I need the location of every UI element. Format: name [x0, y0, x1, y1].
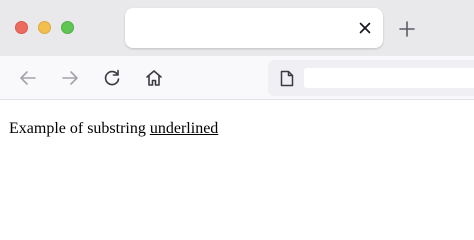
- page-paragraph: Example of substring underlined: [9, 120, 218, 138]
- plus-icon[interactable]: [396, 18, 418, 40]
- window-close-button[interactable]: [15, 21, 28, 34]
- navigation-toolbar: [0, 56, 474, 100]
- underlined-substring: underlined: [149, 120, 219, 137]
- document-icon: [278, 69, 296, 87]
- browser-titlebar: [0, 0, 474, 56]
- reload-icon[interactable]: [100, 66, 124, 90]
- url-bar[interactable]: [268, 60, 474, 96]
- window-maximize-button[interactable]: [61, 21, 74, 34]
- tab-active[interactable]: [125, 8, 383, 48]
- close-icon[interactable]: [355, 18, 375, 38]
- arrow-right-icon[interactable]: [58, 66, 82, 90]
- window-minimize-button[interactable]: [38, 21, 51, 34]
- arrow-left-icon[interactable]: [16, 66, 40, 90]
- tab-title: [137, 20, 347, 36]
- home-icon[interactable]: [142, 66, 166, 90]
- url-input[interactable]: [304, 68, 474, 88]
- page-content: Example of substring underlined: [0, 101, 474, 205]
- text-prefix: Example of substring: [9, 120, 150, 137]
